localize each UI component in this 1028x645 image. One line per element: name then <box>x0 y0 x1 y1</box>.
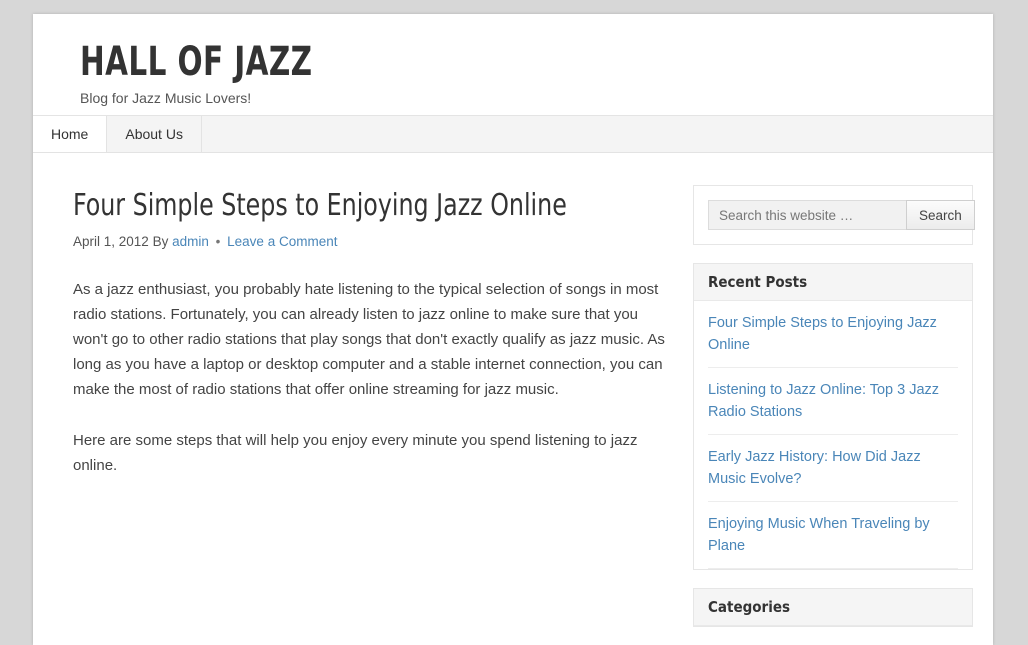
recent-post-link-2[interactable]: Listening to Jazz Online: Top 3 Jazz Rad… <box>708 379 958 423</box>
sidebar: Search Recent Posts Four Simple Steps to… <box>693 153 973 645</box>
list-item: Listening to Jazz Online: Top 3 Jazz Rad… <box>708 368 958 435</box>
site-container: HALL OF JAZZ Blog for Jazz Music Lovers!… <box>33 14 993 645</box>
post-article: Four Simple Steps to Enjoying Jazz Onlin… <box>73 189 673 478</box>
content-area: Four Simple Steps to Enjoying Jazz Onlin… <box>33 153 993 645</box>
nav-item-home[interactable]: Home <box>33 116 107 152</box>
post-content: As a jazz enthusiast, you probably hate … <box>73 277 673 478</box>
site-header: HALL OF JAZZ Blog for Jazz Music Lovers! <box>33 14 993 116</box>
site-description: Blog for Jazz Music Lovers! <box>80 89 993 107</box>
search-input[interactable] <box>708 200 906 230</box>
recent-post-link-3[interactable]: Early Jazz History: How Did Jazz Music E… <box>708 446 958 490</box>
post-by-label: By <box>153 234 169 249</box>
meta-separator: • <box>213 234 224 249</box>
recent-posts-body: Four Simple Steps to Enjoying Jazz Onlin… <box>694 301 972 569</box>
widget-recent-posts: Recent Posts Four Simple Steps to Enjoyi… <box>693 263 973 570</box>
post-paragraph-1: As a jazz enthusiast, you probably hate … <box>73 277 673 402</box>
recent-posts-list: Four Simple Steps to Enjoying Jazz Onlin… <box>708 301 958 569</box>
list-item: Early Jazz History: How Did Jazz Music E… <box>708 435 958 502</box>
post-paragraph-2: Here are some steps that will help you e… <box>73 428 673 478</box>
categories-title: Categories <box>694 589 972 626</box>
post-author-link[interactable]: admin <box>172 234 209 249</box>
post-meta: April 1, 2012 By admin • Leave a Comment <box>73 233 673 251</box>
post-title[interactable]: Four Simple Steps to Enjoying Jazz Onlin… <box>73 189 601 223</box>
widget-categories: Categories <box>693 588 973 627</box>
search-button[interactable]: Search <box>906 200 975 230</box>
recent-post-link-1[interactable]: Four Simple Steps to Enjoying Jazz Onlin… <box>708 312 958 356</box>
site-title[interactable]: HALL OF JAZZ <box>80 40 829 84</box>
main-content: Four Simple Steps to Enjoying Jazz Onlin… <box>33 153 673 504</box>
nav-item-about-us[interactable]: About Us <box>107 116 202 152</box>
post-date: April 1, 2012 <box>73 234 149 249</box>
recent-post-link-4[interactable]: Enjoying Music When Traveling by Plane <box>708 513 958 557</box>
list-item: Four Simple Steps to Enjoying Jazz Onlin… <box>708 301 958 368</box>
widget-search: Search <box>693 185 973 245</box>
post-comments-link[interactable]: Leave a Comment <box>227 234 337 249</box>
primary-navigation: Home About Us <box>33 116 993 153</box>
search-form: Search <box>708 200 958 230</box>
list-item: Enjoying Music When Traveling by Plane <box>708 502 958 569</box>
recent-posts-title: Recent Posts <box>694 264 972 301</box>
